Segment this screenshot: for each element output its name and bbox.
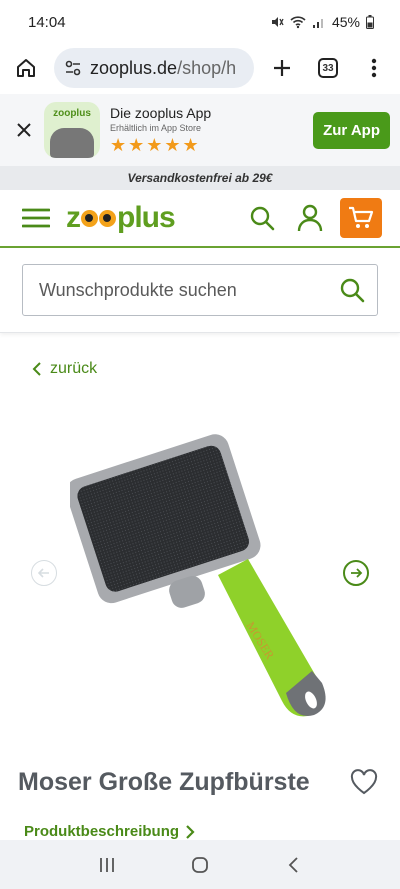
chevron-left-icon [32, 362, 41, 376]
search-icon [250, 206, 275, 231]
system-nav-bar [0, 840, 400, 889]
app-icon: zooplus [44, 102, 100, 158]
url-domain: zooplus.de [90, 57, 178, 78]
banner-title: Die zooplus App [110, 104, 212, 121]
app-icon-pets-image [50, 128, 94, 158]
header-search-button[interactable] [244, 200, 280, 236]
logo-prefix: z [66, 201, 81, 234]
recent-apps-icon [99, 857, 114, 872]
system-home-button[interactable] [182, 847, 218, 883]
site-header: z plus [0, 190, 400, 248]
product-title: Moser Große Zupfbürste [18, 767, 310, 796]
plus-icon [274, 60, 290, 76]
search-icon[interactable] [339, 277, 365, 303]
user-icon [297, 204, 323, 232]
recent-apps-button[interactable] [89, 847, 125, 883]
wifi-icon [290, 16, 306, 29]
logo-suffix: plus [117, 201, 176, 234]
product-gallery: MOSER [0, 385, 400, 755]
url-path: /shop/h [177, 57, 237, 78]
cart-button[interactable] [340, 198, 382, 238]
tab-count: 33 [318, 58, 338, 78]
mute-icon [271, 17, 284, 27]
back-link-label: zurück [50, 360, 98, 377]
open-app-button[interactable]: Zur App [313, 111, 390, 149]
status-time: 14:04 [28, 13, 66, 31]
arrow-left-icon [37, 568, 49, 578]
gallery-prev-button[interactable] [31, 560, 57, 586]
status-icons: 45% [270, 14, 374, 30]
battery-icon [366, 15, 374, 29]
tabs-button[interactable]: 33 [310, 50, 346, 86]
chevron-right-icon [186, 824, 195, 839]
menu-button[interactable] [18, 200, 54, 236]
search-section [0, 248, 400, 333]
product-image: MOSER [70, 434, 326, 717]
account-button[interactable] [292, 200, 328, 236]
search-input[interactable] [39, 279, 339, 301]
browser-toolbar: zooplus.de/shop/h 33 [0, 44, 400, 92]
shipping-notice: Versandkostenfrei ab 29€ [0, 166, 400, 190]
back-link[interactable]: zurück [0, 333, 400, 385]
rating-stars: ★★★★★ [110, 134, 201, 155]
heart-icon [350, 769, 378, 795]
battery-percent: 45% [331, 14, 360, 30]
app-banner: zooplus Die zooplus App Erhältlich im Ap… [0, 94, 400, 166]
home-button[interactable] [8, 50, 44, 86]
signal-icon [312, 19, 323, 28]
product-description-label: Produktbeschreibung [24, 823, 180, 840]
gallery-next-button[interactable] [343, 560, 369, 586]
home-icon [17, 59, 35, 77]
back-icon [289, 856, 298, 873]
wishlist-button[interactable] [346, 764, 382, 800]
close-icon [17, 123, 31, 137]
more-vert-icon [371, 58, 377, 78]
system-back-button[interactable] [275, 847, 311, 883]
banner-close-button[interactable] [14, 112, 34, 148]
site-settings-icon [65, 60, 81, 76]
logo-eyes [81, 209, 116, 227]
product-title-row: Moser Große Zupfbürste [0, 757, 400, 807]
arrow-right-icon [351, 568, 363, 578]
banner-text: Die zooplus App Erhältlich im App Store … [110, 105, 303, 156]
zooplus-logo[interactable]: z plus [66, 201, 232, 235]
home-circle-icon [192, 856, 208, 873]
cart-icon [349, 206, 374, 228]
status-bar: 14:04 45% [0, 0, 400, 44]
hamburger-icon [22, 208, 50, 228]
banner-subtitle: Erhältlich im App Store [110, 122, 202, 133]
url-bar[interactable]: zooplus.de/shop/h [54, 48, 254, 88]
app-icon-logo: zooplus [53, 108, 91, 119]
new-tab-button[interactable] [264, 50, 300, 86]
search-field[interactable] [22, 264, 378, 316]
browser-menu-button[interactable] [356, 50, 392, 86]
